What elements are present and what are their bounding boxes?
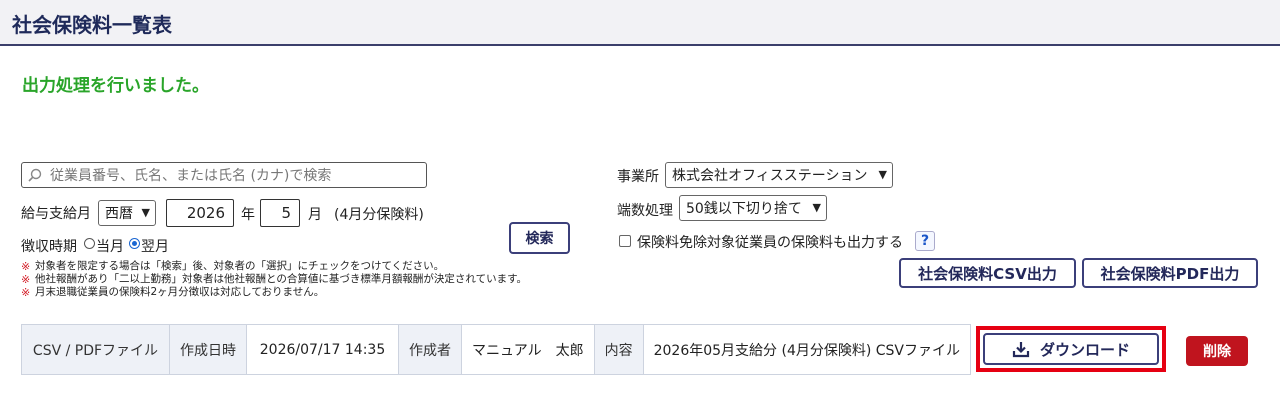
download-button[interactable]: ダウンロード bbox=[983, 333, 1159, 365]
content-value-cell: 2026年05月支給分 (4月分保険料) CSVファイル bbox=[642, 324, 972, 375]
era-select-value: 西暦 bbox=[105, 206, 133, 222]
note-mark: ※ bbox=[21, 260, 31, 273]
result-table: CSV / PDFファイル 作成日時 2026/07/17 14:35 作成者 … bbox=[21, 324, 972, 375]
content-label-cell: 内容 bbox=[593, 324, 644, 375]
rounding-select-value: 50銭以下切り捨て bbox=[686, 201, 802, 217]
office-label: 事業所 bbox=[617, 169, 659, 185]
office-select-value: 株式会社オフィスステーション bbox=[672, 168, 868, 184]
note-mark: ※ bbox=[21, 273, 31, 286]
search-box[interactable] bbox=[21, 162, 427, 188]
radio-current-month[interactable] bbox=[84, 238, 95, 249]
note-item: ※ 月末退職従業員の保険料2ヶ月分徴収は対応しておりません。 bbox=[21, 286, 325, 299]
rounding-label: 端数処理 bbox=[617, 203, 673, 219]
delete-button[interactable]: 削除 bbox=[1186, 336, 1248, 366]
download-icon bbox=[1012, 341, 1030, 357]
help-icon[interactable]: ? bbox=[915, 231, 935, 251]
exempt-checkbox[interactable] bbox=[619, 235, 631, 247]
radio-next-month[interactable] bbox=[129, 238, 140, 249]
chevron-down-icon: ▼ bbox=[878, 168, 887, 181]
created-value-cell: 2026/07/17 14:35 bbox=[246, 324, 399, 375]
file-type-cell: CSV / PDFファイル bbox=[21, 324, 170, 375]
search-button[interactable]: 検索 bbox=[509, 222, 570, 254]
year-input[interactable]: 2026 bbox=[166, 199, 234, 227]
download-highlight: ダウンロード bbox=[976, 326, 1166, 372]
year-unit-label: 年 bbox=[241, 207, 255, 223]
author-label-cell: 作成者 bbox=[398, 324, 462, 375]
search-icon bbox=[28, 168, 42, 182]
month-unit-label: 月 bbox=[308, 207, 322, 223]
collection-label: 徴収時期 bbox=[21, 239, 77, 255]
era-select[interactable]: 西暦 ▼ bbox=[98, 200, 156, 226]
office-select[interactable]: 株式会社オフィスステーション ▼ bbox=[665, 162, 893, 188]
success-message: 出力処理を行いました。 bbox=[22, 76, 209, 96]
note-item: ※ 他社報酬があり「二以上勤務」対象者は他社報酬との合算値に基づき標準月額報酬が決… bbox=[21, 273, 528, 286]
note-mark: ※ bbox=[21, 286, 31, 299]
pay-month-label: 給与支給月 bbox=[21, 206, 91, 222]
rounding-select[interactable]: 50銭以下切り捨て ▼ bbox=[679, 195, 827, 221]
premium-month-note: (4月分保険料) bbox=[334, 207, 424, 223]
page-title: 社会保険料一覧表 bbox=[12, 13, 172, 37]
chevron-down-icon: ▼ bbox=[141, 206, 150, 219]
note-item: ※ 対象者を限定する場合は「検索」後、対象者の「選択」にチェックをつけてください。 bbox=[21, 260, 445, 273]
download-label: ダウンロード bbox=[1039, 340, 1130, 359]
radio-current-month-label: 当月 bbox=[96, 239, 124, 255]
notes-list: ※ 対象者を限定する場合は「検索」後、対象者の「選択」にチェックをつけてください。… bbox=[21, 260, 527, 299]
month-input[interactable]: 5 bbox=[260, 199, 300, 227]
page-header: 社会保険料一覧表 bbox=[0, 0, 1280, 46]
table-row: CSV / PDFファイル 作成日時 2026/07/17 14:35 作成者 … bbox=[21, 324, 972, 375]
search-input[interactable] bbox=[48, 165, 422, 187]
exempt-label: 保険料免除対象従業員の保険料も出力する bbox=[637, 235, 903, 251]
chevron-down-icon: ▼ bbox=[812, 201, 821, 214]
author-value-cell: マニュアル 太郎 bbox=[461, 324, 595, 375]
radio-next-month-label: 翌月 bbox=[141, 239, 169, 255]
csv-export-button[interactable]: 社会保険料CSV出力 bbox=[899, 258, 1076, 288]
pdf-export-button[interactable]: 社会保険料PDF出力 bbox=[1082, 258, 1258, 288]
created-label-cell: 作成日時 bbox=[169, 324, 247, 375]
